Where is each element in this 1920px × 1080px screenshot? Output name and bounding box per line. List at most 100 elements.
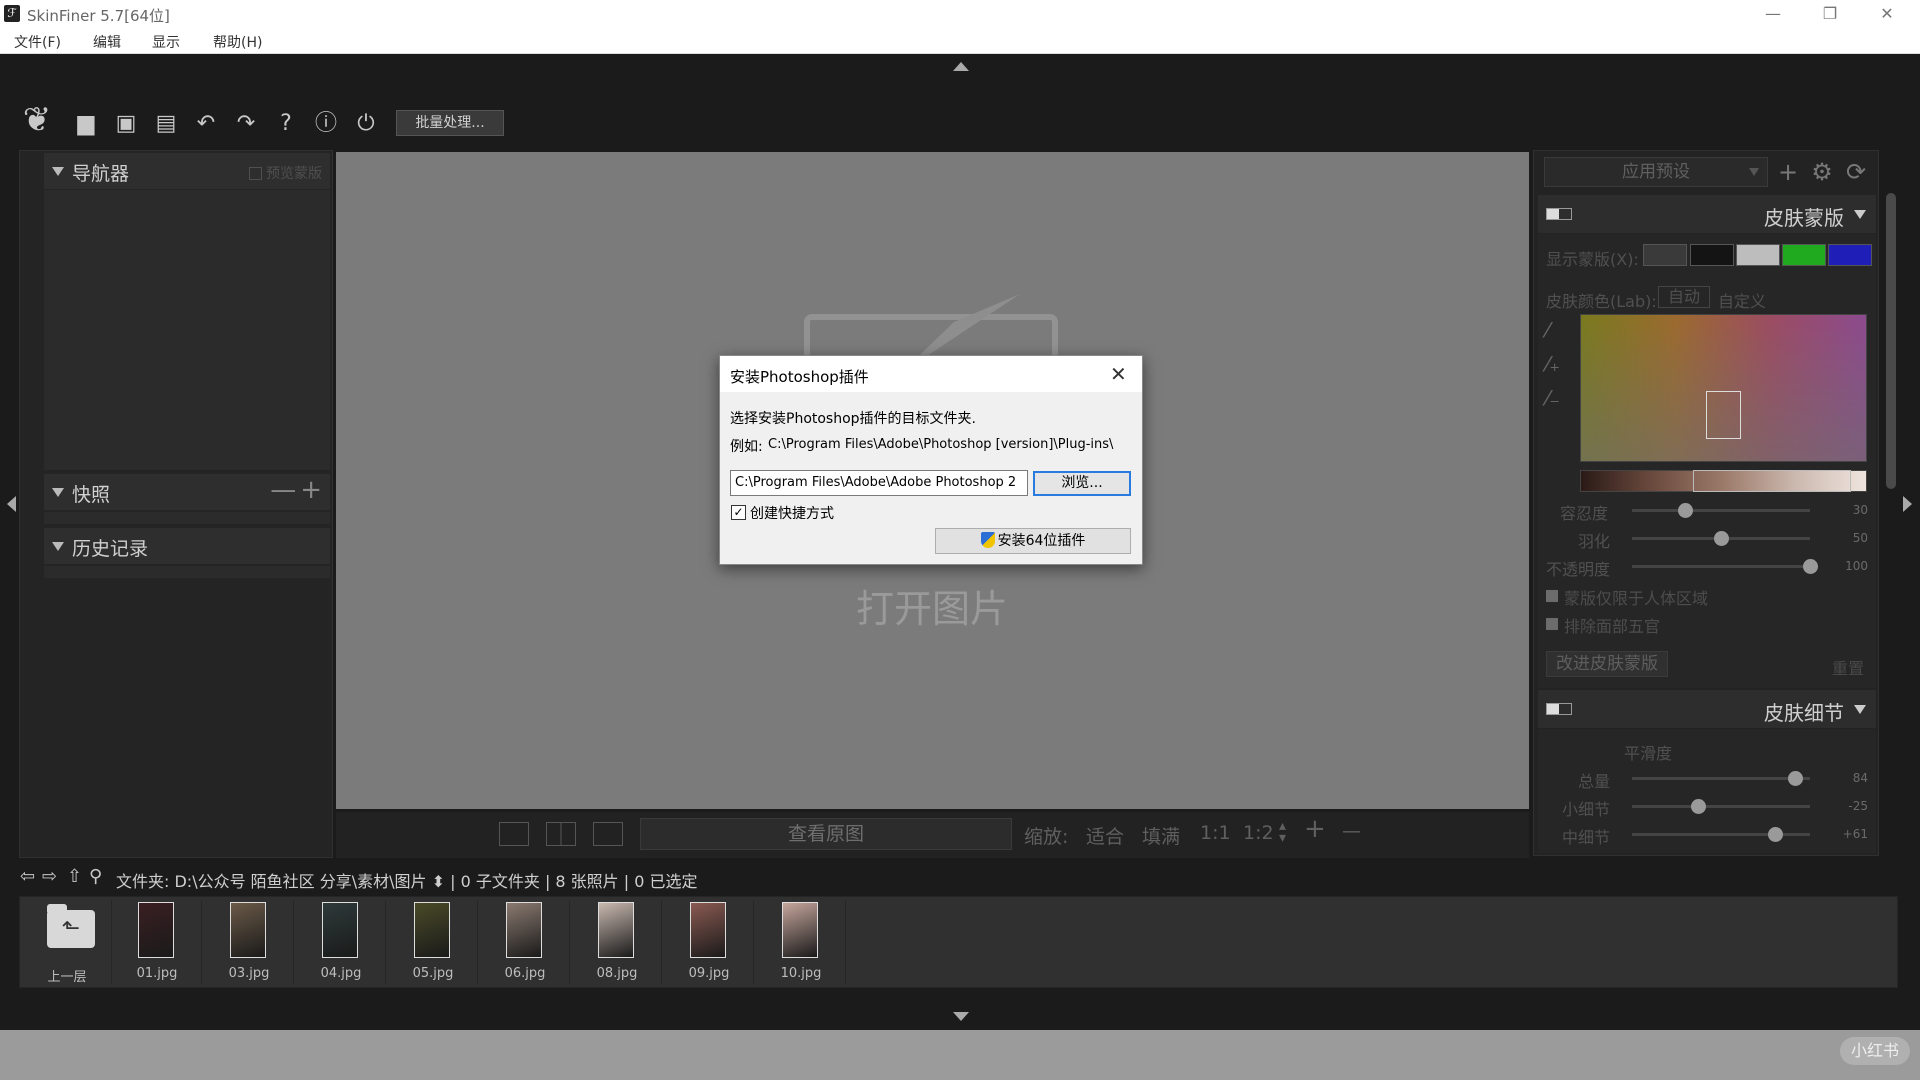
- thumbnail-item[interactable]: 03.jpg: [204, 900, 294, 984]
- tolerance-slider[interactable]: [1632, 509, 1810, 512]
- menu-view[interactable]: 显示: [152, 32, 180, 52]
- mask-swatch-gray[interactable]: [1736, 244, 1780, 266]
- browse-button[interactable]: 浏览...: [1033, 471, 1131, 496]
- view-original-button[interactable]: 查看原图: [640, 818, 1012, 850]
- exclude-features-checkbox[interactable]: [1546, 618, 1558, 630]
- open-image-label[interactable]: 打开图片: [856, 578, 1008, 633]
- right-panel-scrollbar[interactable]: [1886, 193, 1896, 489]
- add-preset-icon[interactable]: +: [1774, 158, 1802, 186]
- collapse-right-arrow-icon[interactable]: [1903, 496, 1912, 512]
- menu-edit[interactable]: 编辑: [93, 32, 121, 52]
- medium-detail-slider[interactable]: [1632, 833, 1810, 836]
- thumbnail-item[interactable]: 04.jpg: [296, 900, 386, 984]
- collapse-bottom-arrow-icon[interactable]: [953, 1012, 969, 1021]
- thumbnail-item[interactable]: 01.jpg: [112, 900, 202, 984]
- info-icon[interactable]: ⓘ: [311, 110, 341, 138]
- zoom-in-button[interactable]: +: [1304, 814, 1326, 844]
- mask-swatch-black[interactable]: [1690, 244, 1734, 266]
- refresh-icon[interactable]: ⟳: [1842, 158, 1870, 186]
- history-header[interactable]: 历史记录: [44, 528, 330, 564]
- back-arrow-icon[interactable]: ⇦: [20, 866, 35, 887]
- install-64bit-plugin-button[interactable]: 安装64位插件: [935, 528, 1131, 554]
- auto-color-button[interactable]: 自动: [1658, 286, 1710, 308]
- custom-color-button[interactable]: 自定义: [1718, 288, 1766, 312]
- create-shortcut-checkbox[interactable]: ✓: [731, 505, 746, 520]
- reset-button[interactable]: 重置: [1832, 655, 1864, 679]
- zoom-out-button[interactable]: —: [1342, 820, 1361, 842]
- mask-swatch-dark[interactable]: [1643, 244, 1687, 266]
- tolerance-slider-knob[interactable]: [1677, 503, 1693, 518]
- redo-icon[interactable]: ↷: [231, 110, 261, 138]
- dialog-close-button[interactable]: ✕: [1110, 362, 1127, 386]
- thumbnail-filename: 10.jpg: [780, 966, 822, 981]
- amount-slider[interactable]: [1632, 777, 1810, 780]
- mask-swatch-blue[interactable]: [1828, 244, 1872, 266]
- add-snapshot-button[interactable]: +: [300, 475, 326, 505]
- save-icon[interactable]: ▣: [111, 110, 141, 138]
- medium-detail-slider-knob[interactable]: [1767, 827, 1783, 842]
- thumbnail-item[interactable]: 05.jpg: [388, 900, 478, 984]
- thumbnail-filename: 06.jpg: [504, 966, 546, 981]
- undo-icon[interactable]: ↶: [191, 110, 221, 138]
- opacity-slider-knob[interactable]: [1802, 559, 1818, 574]
- small-detail-slider[interactable]: [1632, 805, 1810, 808]
- zoom-1-2-button[interactable]: 1:2: [1243, 822, 1274, 844]
- skin-mask-title: 皮肤蒙版: [1764, 206, 1844, 230]
- save-as-icon[interactable]: ▤: [151, 110, 181, 138]
- eyedropper-add-icon[interactable]: ⁄₊: [1546, 352, 1560, 376]
- eyedropper-icon[interactable]: ⁄: [1546, 318, 1549, 342]
- collapse-top-arrow-icon[interactable]: [953, 62, 969, 71]
- zoom-fit-button[interactable]: 适合: [1086, 822, 1124, 849]
- skin-mask-header[interactable]: 皮肤蒙版: [1538, 195, 1876, 233]
- thumbnail-item[interactable]: 10.jpg: [756, 900, 846, 984]
- folder-up-item[interactable]: ⬑ 上一层: [22, 900, 112, 985]
- snapshot-header[interactable]: 快照 —+: [44, 474, 330, 510]
- thumbnail-item[interactable]: 06.jpg: [480, 900, 570, 984]
- menu-help[interactable]: 帮助(H): [213, 32, 262, 52]
- folder-open-icon[interactable]: ▆: [71, 110, 101, 138]
- zoom-1-1-button[interactable]: 1:1: [1200, 822, 1231, 844]
- search-icon[interactable]: ⚲: [89, 866, 102, 887]
- thumbnail-item[interactable]: 09.jpg: [664, 900, 754, 984]
- navigator-header[interactable]: 导航器 预览蒙版: [44, 153, 330, 189]
- preview-mask-label: 预览蒙版: [266, 166, 322, 182]
- menu-file[interactable]: 文件(F): [14, 32, 61, 52]
- skin-detail-title: 皮肤细节: [1764, 701, 1844, 725]
- uac-shield-icon: [980, 532, 995, 548]
- plugin-folder-input[interactable]: C:\Program Files\Adobe\Adobe Photoshop 2: [730, 470, 1028, 496]
- restore-button[interactable]: ❐: [1801, 0, 1859, 28]
- split-vertical-view-button[interactable]: [546, 822, 576, 846]
- skin-detail-header[interactable]: 皮肤细节: [1538, 690, 1876, 728]
- opacity-slider[interactable]: [1632, 565, 1810, 568]
- remove-snapshot-button[interactable]: —: [270, 475, 300, 505]
- help-icon[interactable]: ?: [271, 110, 301, 138]
- skin-color-selection[interactable]: [1706, 391, 1741, 439]
- skin-color-picker[interactable]: [1580, 314, 1867, 462]
- eyedropper-subtract-icon[interactable]: ⁄₋: [1546, 386, 1560, 410]
- preview-mask-checkbox[interactable]: 预览蒙版: [249, 163, 322, 183]
- minimize-button[interactable]: —: [1744, 0, 1802, 28]
- zoom-stepper-icon[interactable]: ▴ ▾: [1279, 819, 1286, 845]
- skin-tone-selection[interactable]: [1693, 470, 1851, 492]
- feather-slider-knob[interactable]: [1713, 531, 1729, 546]
- medium-detail-label: 中细节: [1562, 828, 1611, 847]
- skin-detail-toggle[interactable]: [1546, 703, 1572, 715]
- plugin-icon[interactable]: ⏻: [351, 110, 381, 138]
- body-only-checkbox[interactable]: [1546, 590, 1558, 602]
- forward-arrow-icon[interactable]: ⇨: [42, 866, 57, 887]
- up-arrow-icon[interactable]: ⇧: [67, 866, 82, 887]
- preset-dropdown[interactable]: 应用预设: [1544, 157, 1768, 187]
- zoom-fill-button[interactable]: 填满: [1142, 822, 1180, 849]
- gear-icon[interactable]: ⚙: [1808, 158, 1836, 186]
- single-view-button[interactable]: [499, 822, 529, 846]
- improve-skin-mask-button[interactable]: 改进皮肤蒙版: [1546, 651, 1668, 677]
- collapse-left-arrow-icon[interactable]: [7, 496, 16, 512]
- close-window-button[interactable]: ✕: [1858, 0, 1916, 28]
- split-horizontal-view-button[interactable]: [593, 822, 623, 846]
- thumbnail-item[interactable]: 08.jpg: [572, 900, 662, 984]
- mask-swatch-green[interactable]: [1782, 244, 1826, 266]
- batch-process-button[interactable]: 批量处理...: [396, 110, 504, 136]
- snapshot-title: 快照: [72, 484, 111, 506]
- skin-mask-toggle[interactable]: [1546, 208, 1572, 220]
- snapshot-body: [44, 512, 330, 524]
